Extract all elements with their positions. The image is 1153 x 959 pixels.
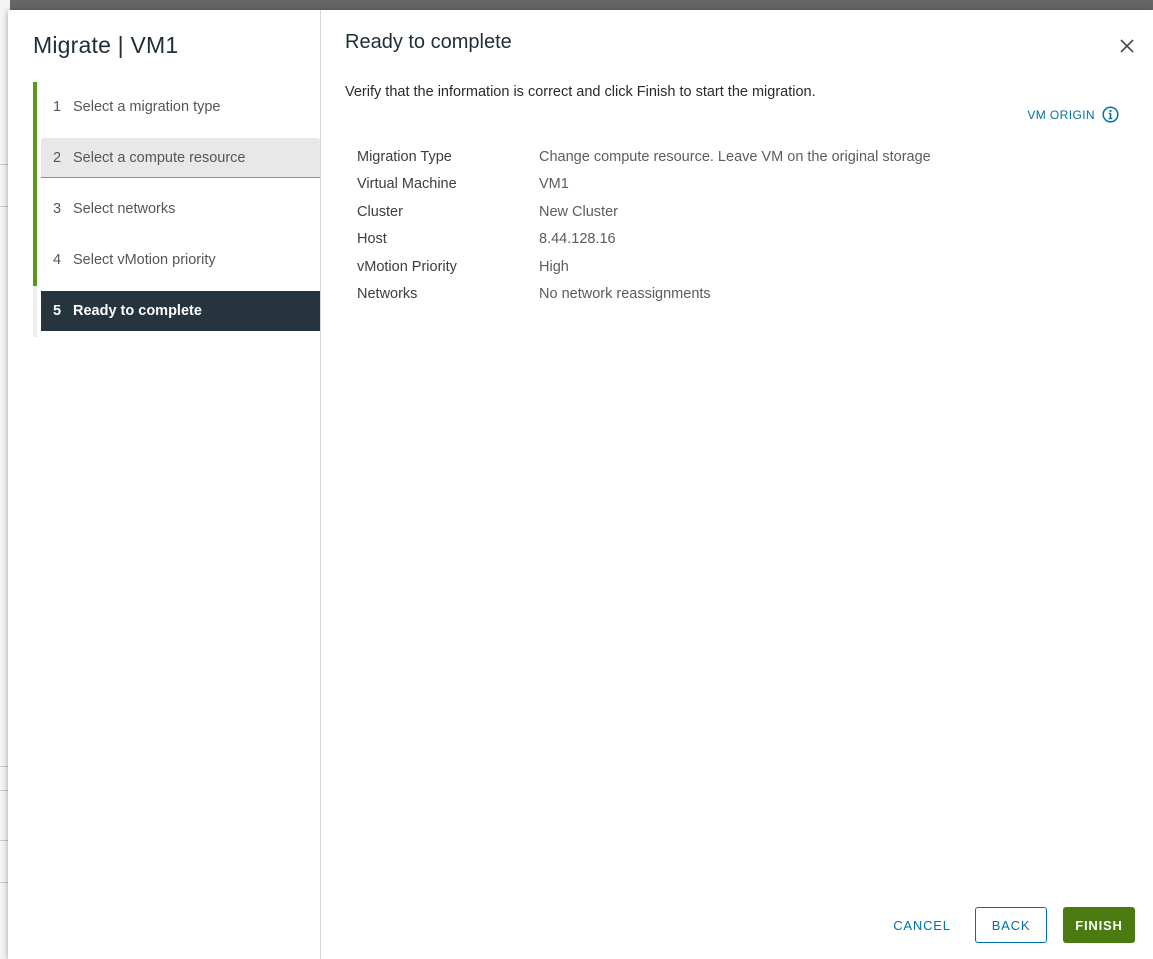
wizard-steps: 1 Select a migration type 2 Select a com… [33, 82, 321, 337]
step-label: Select networks [73, 201, 176, 217]
summary-row: vMotion Priority High [357, 253, 931, 281]
wizard-step-button[interactable]: 3 Select networks [41, 189, 320, 229]
close-icon [1120, 39, 1134, 53]
step-number: 4 [53, 252, 62, 268]
summary-key: vMotion Priority [357, 258, 457, 275]
summary-key: Cluster [357, 203, 403, 220]
vm-origin-label: VM ORIGIN [1027, 107, 1095, 122]
summary-key: Virtual Machine [357, 176, 457, 193]
summary-key: Host [357, 231, 387, 248]
wizard-step-button[interactable]: 4 Select vMotion priority [41, 240, 320, 280]
info-icon [1102, 106, 1119, 123]
finish-button[interactable]: FINISH [1063, 907, 1135, 943]
summary-value: VM1 [539, 176, 569, 193]
summary-value: No network reassignments [539, 286, 711, 303]
migrate-dialog: Migrate | VM1 1 Select a migration type … [8, 10, 1153, 959]
step-label: Select vMotion priority [73, 252, 216, 268]
summary-row: Host 8.44.128.16 [357, 226, 931, 254]
wizard-content: Ready to complete Verify that the inform… [321, 10, 1153, 959]
summary-key: Networks [357, 286, 418, 303]
page-title: Ready to complete [345, 31, 512, 53]
step-label: Select a compute resource [73, 149, 246, 166]
step-number: 3 [53, 201, 62, 217]
summary-row: Migration Type Change compute resource. … [357, 143, 931, 171]
cancel-button[interactable]: CANCEL [891, 907, 953, 943]
instructions-text: Verify that the information is correct a… [345, 84, 816, 100]
wizard-step-migration-type[interactable]: 1 Select a migration type [33, 82, 321, 133]
wizard-step-vmotion-priority[interactable]: 4 Select vMotion priority [33, 235, 321, 286]
summary-value: Change compute resource. Leave VM on the… [539, 148, 931, 165]
wizard-step-networks[interactable]: 3 Select networks [33, 184, 321, 235]
summary-row: Networks No network reassignments [357, 281, 931, 309]
step-number: 1 [53, 99, 62, 115]
summary-row: Virtual Machine VM1 [357, 171, 931, 199]
step-number: 5 [53, 303, 62, 319]
vm-origin-link[interactable]: VM ORIGIN [1027, 106, 1119, 123]
wizard-step-button[interactable]: 5 Ready to complete [41, 291, 320, 331]
back-button[interactable]: BACK [975, 907, 1047, 943]
wizard-step-compute-resource[interactable]: 2 Select a compute resource [33, 133, 321, 184]
summary-key: Migration Type [357, 148, 452, 165]
summary-value: High [539, 258, 569, 275]
summary-value: New Cluster [539, 203, 618, 220]
wizard-step-button[interactable]: 2 Select a compute resource [41, 138, 320, 178]
step-number: 2 [53, 149, 62, 166]
summary-value: 8.44.128.16 [539, 231, 616, 248]
step-label: Ready to complete [73, 303, 202, 319]
wizard-sidebar: Migrate | VM1 1 Select a migration type … [8, 10, 321, 959]
summary-row: Cluster New Cluster [357, 198, 931, 226]
summary-table: Migration Type Change compute resource. … [357, 143, 931, 308]
close-button[interactable] [1117, 36, 1137, 56]
dialog-title: Migrate | VM1 [33, 32, 179, 58]
step-label: Select a migration type [73, 99, 221, 115]
wizard-step-ready-to-complete[interactable]: 5 Ready to complete [33, 286, 321, 337]
wizard-step-button[interactable]: 1 Select a migration type [41, 87, 320, 127]
